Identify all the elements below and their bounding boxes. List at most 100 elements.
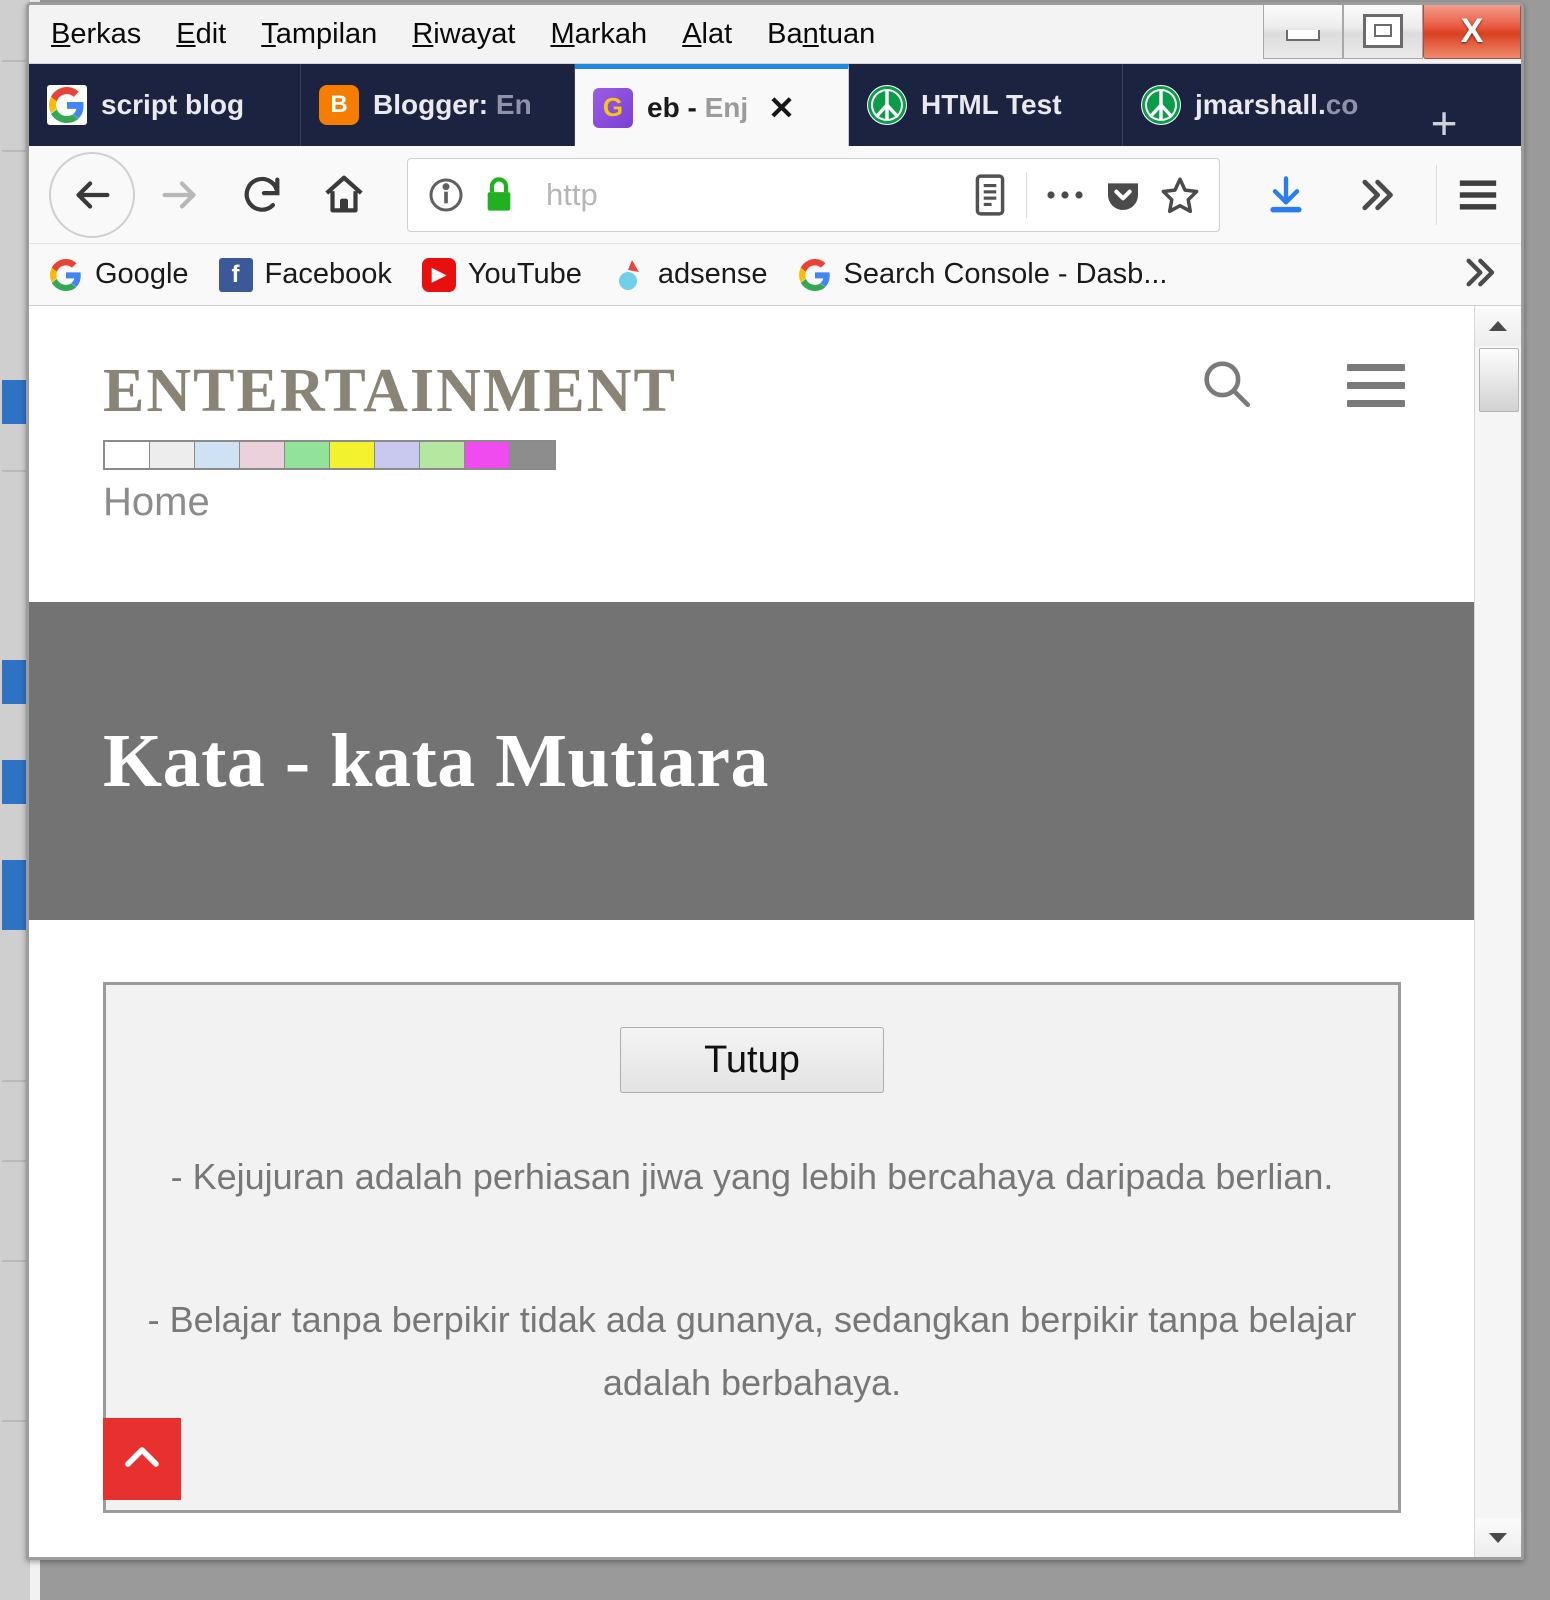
- color-swatch-strip: [103, 440, 556, 470]
- swatch-1: [150, 442, 195, 468]
- bookmark-google[interactable]: Google: [49, 258, 189, 292]
- address-bar[interactable]: http: [407, 157, 1220, 232]
- tab-title: eb - Enj: [647, 92, 748, 124]
- tutup-button[interactable]: Tutup: [620, 1027, 884, 1093]
- page-actions-icon[interactable]: [1043, 185, 1087, 205]
- restore-icon: [1363, 13, 1403, 48]
- chevron-double-right-icon[interactable]: [1352, 173, 1396, 217]
- hamburger-menu-icon[interactable]: [1455, 175, 1501, 215]
- tab-script-blog[interactable]: script blog: [29, 64, 301, 146]
- swatch-6: [375, 442, 420, 468]
- youtube-icon: ▶: [421, 257, 456, 292]
- menu-accel-tampilan: T: [261, 17, 276, 50]
- swatch-2: [195, 442, 240, 468]
- menu-item-riwayat[interactable]: Riwayat: [412, 18, 515, 51]
- tab-title: jmarshall.co: [1195, 89, 1358, 121]
- scrollbar-down-button[interactable]: [1475, 1518, 1521, 1557]
- tab-title: HTML Test: [921, 89, 1062, 121]
- site-logo[interactable]: ENTERTAINMENT: [103, 356, 677, 427]
- tab-eb-active[interactable]: G eb - Enj ✕: [575, 64, 849, 146]
- info-icon[interactable]: [426, 175, 466, 215]
- bookmark-label: Google: [95, 258, 189, 290]
- bookmark-youtube[interactable]: ▶ YouTube: [421, 257, 582, 292]
- scrollbar-up-button[interactable]: [1475, 306, 1521, 346]
- menu-item-tampilan[interactable]: Tampilan: [261, 18, 377, 51]
- google-icon: [798, 258, 832, 292]
- bookmark-label: adsense: [657, 258, 768, 290]
- navigation-toolbar: http: [29, 146, 1521, 244]
- tab-title-text: script blog: [101, 89, 245, 120]
- menu-accel-berkas: B: [51, 17, 71, 50]
- bookmark-label: YouTube: [467, 258, 582, 290]
- bookmarks-overflow-icon[interactable]: [1455, 252, 1499, 297]
- menu-item-bantuan[interactable]: Bantuan: [767, 18, 875, 51]
- back-button[interactable]: [49, 151, 135, 238]
- padlock-icon[interactable]: [482, 175, 516, 215]
- scroll-to-top-button[interactable]: [103, 1418, 181, 1500]
- quotes-box: Tutup - Kejujuran adalah perhiasan jiwa …: [103, 982, 1401, 1513]
- quote-1: - Kejujuran adalah perhiasan jiwa yang l…: [170, 1156, 1334, 1197]
- page-scrollbar[interactable]: [1474, 306, 1521, 1557]
- menu-accel-bantuan: n: [802, 17, 819, 50]
- menu-accel-markah: M: [550, 17, 575, 50]
- peace-icon: [1141, 85, 1181, 125]
- tab-close-icon[interactable]: ✕: [768, 92, 795, 124]
- tab-title-text: eb -: [647, 91, 705, 123]
- bookmark-star-icon[interactable]: [1159, 174, 1201, 216]
- tab-title-dim: En: [495, 89, 532, 120]
- adsense-icon: [612, 258, 646, 292]
- new-tab-button[interactable]: +: [1399, 100, 1489, 146]
- swatch-3: [240, 442, 285, 468]
- menu-label-bantuan-post: tuan: [818, 17, 876, 50]
- tab-jmarshall[interactable]: jmarshall.co: [1123, 64, 1399, 146]
- tab-blogger[interactable]: B Blogger: En: [301, 64, 575, 146]
- swatch-7: [420, 442, 465, 468]
- pocket-icon[interactable]: [1103, 175, 1143, 215]
- download-icon[interactable]: [1264, 173, 1308, 217]
- site-menu-icon[interactable]: [1347, 364, 1405, 407]
- restore-button[interactable]: [1343, 5, 1423, 59]
- search-icon[interactable]: [1197, 354, 1255, 417]
- reader-mode-icon[interactable]: [970, 173, 1010, 217]
- tab-html-test[interactable]: HTML Test: [849, 64, 1123, 146]
- page-viewport: ENTERTAINMENT Home Kata - kata Mutiara T…: [29, 306, 1521, 1557]
- bookmarks-bar: Google f Facebook ▶ YouTube adsense Sear…: [29, 244, 1521, 306]
- menu-item-alat[interactable]: Alat: [682, 18, 732, 51]
- nav-item-home[interactable]: Home: [103, 480, 210, 525]
- site-header-actions: [1197, 354, 1405, 417]
- urlbar-divider: [1026, 171, 1027, 218]
- scrollbar-thumb[interactable]: [1479, 348, 1519, 412]
- reload-button[interactable]: [239, 172, 285, 218]
- menu-label-markah: arkah: [574, 17, 648, 50]
- bookmark-label: Facebook: [264, 258, 392, 290]
- page-title: Kata - kata Mutiara: [103, 718, 769, 803]
- close-button[interactable]: X: [1423, 5, 1521, 59]
- menu-item-berkas[interactable]: Berkas: [51, 18, 141, 51]
- menu-item-markah[interactable]: Markah: [550, 18, 647, 51]
- bookmark-search-console[interactable]: Search Console - Dasb...: [798, 258, 1167, 292]
- tab-strip: script blog B Blogger: En G eb - Enj ✕ H…: [29, 64, 1521, 146]
- page-title-banner: Kata - kata Mutiara: [29, 602, 1475, 920]
- menu-label-berkas: erkas: [70, 17, 142, 50]
- menu-item-edit[interactable]: Edit: [176, 18, 226, 51]
- swatch-9: [510, 442, 554, 468]
- menu-label-riwayat: iwayat: [433, 17, 516, 50]
- chevron-up-icon: [121, 1442, 163, 1477]
- bookmark-adsense[interactable]: adsense: [612, 258, 768, 292]
- menu-label-alat: lat: [701, 17, 733, 50]
- bookmark-facebook[interactable]: f Facebook: [218, 257, 392, 292]
- content-wrapper: Tutup - Kejujuran adalah perhiasan jiwa …: [29, 920, 1475, 1513]
- game-g-icon: G: [593, 87, 633, 128]
- home-button[interactable]: [321, 172, 367, 218]
- blogger-icon: B: [319, 85, 359, 125]
- menu-items: Berkas Edit Tampilan Riwayat Markah Alat…: [29, 18, 875, 51]
- url-text[interactable]: http: [532, 177, 954, 213]
- menu-label-edit: dit: [195, 17, 227, 50]
- swatch-5: [330, 442, 375, 468]
- forward-button[interactable]: [157, 172, 203, 218]
- window-controls: X: [1263, 5, 1521, 59]
- menu-accel-edit: E: [176, 17, 196, 50]
- menu-bar: Berkas Edit Tampilan Riwayat Markah Alat…: [29, 5, 1521, 64]
- minimize-button[interactable]: [1263, 5, 1343, 59]
- web-page: ENTERTAINMENT Home Kata - kata Mutiara T…: [29, 306, 1475, 1557]
